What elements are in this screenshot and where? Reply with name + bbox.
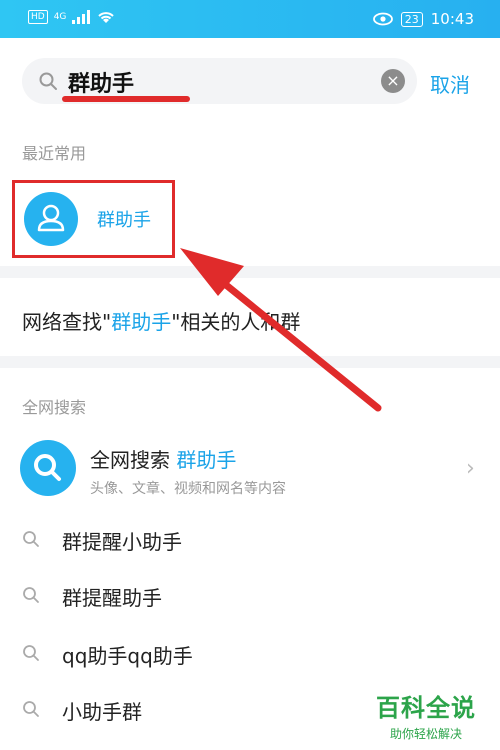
web-search-title: 全网搜索 群助手 <box>90 444 236 473</box>
network-find-prefix: 网络查找" <box>22 310 112 334</box>
suggestion-text: qq助手qq助手 <box>62 644 193 668</box>
signal-icon <box>72 10 91 24</box>
web-search-section-title: 全网搜索 <box>22 398 87 417</box>
search-icon <box>23 701 39 717</box>
recent-section-title: 最近常用 <box>22 144 87 163</box>
chevron-right-icon: › <box>466 456 475 481</box>
search-icon <box>23 645 39 661</box>
section-divider <box>0 266 500 278</box>
hd-badge: HD <box>28 10 48 24</box>
highlight-underline <box>62 96 190 102</box>
search-icon <box>23 531 39 547</box>
search-header: 群助手 × 取消 <box>0 38 500 126</box>
suggestion-item[interactable]: 群提醒小助手 <box>0 514 500 570</box>
network-label: 4G <box>53 12 67 22</box>
suggestion-item[interactable]: qq助手qq助手 <box>0 628 500 684</box>
clear-icon[interactable]: × <box>381 69 405 93</box>
network-find-keyword: 群助手 <box>111 310 172 334</box>
clock: 10:43 <box>430 10 474 28</box>
person-icon <box>37 204 65 232</box>
suggestion-text: 群提醒小助手 <box>62 530 182 554</box>
watermark-logo: 百科全说 助你轻松解决 <box>376 688 476 742</box>
network-find-suffix: "相关的人和群 <box>171 310 301 334</box>
search-query[interactable]: 群助手 <box>68 66 134 98</box>
group-assistant-avatar <box>24 192 78 246</box>
status-bar: HD 4G 23 10:43 <box>0 0 500 38</box>
recent-item-label: 群助手 <box>97 210 151 231</box>
watermark-main: 百科全说 <box>376 694 476 722</box>
battery-icon: 23 <box>400 11 423 27</box>
suggestion-text: 群提醒助手 <box>62 586 162 610</box>
search-icon <box>23 587 39 603</box>
network-find-row[interactable]: 网络查找"群助手"相关的人和群 <box>22 306 300 335</box>
web-search-keyword: 群助手 <box>176 448 237 472</box>
wifi-icon <box>98 12 115 23</box>
web-search-row[interactable]: 全网搜索 群助手 头像、文章、视频和网名等内容 › <box>0 430 500 506</box>
suggestion-text: 小助手群 <box>62 700 142 724</box>
suggestion-item[interactable]: 群提醒助手 <box>0 570 500 626</box>
recent-item-group-assistant[interactable]: 群助手 <box>12 180 175 258</box>
search-icon <box>34 454 61 481</box>
web-search-title-prefix: 全网搜索 <box>90 448 177 472</box>
watermark-sub: 助你轻松解决 <box>389 727 462 741</box>
eye-icon <box>372 12 393 26</box>
search-input[interactable]: 群助手 × <box>22 58 417 104</box>
web-search-avatar <box>20 440 76 496</box>
cancel-button[interactable]: 取消 <box>430 69 470 98</box>
search-icon <box>39 72 57 90</box>
status-left: HD 4G <box>28 10 116 24</box>
section-divider <box>0 356 500 368</box>
status-right: 23 10:43 <box>372 10 474 28</box>
web-search-subtitle: 头像、文章、视频和网名等内容 <box>90 481 286 497</box>
